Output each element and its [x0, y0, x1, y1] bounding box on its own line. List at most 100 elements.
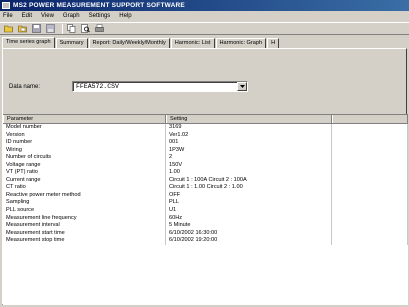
empty-cell: [332, 124, 408, 132]
setting-cell: OFF: [166, 191, 332, 200]
table-row[interactable]: Measurement stop time 6/10/2002 19:20:00: [3, 237, 408, 245]
data-name-value: FFEA572.CSV: [76, 83, 119, 90]
setting-cell: 1P3W: [166, 146, 332, 155]
parameter-cell: Number of circuits: [3, 154, 166, 162]
tab-time-series-graph[interactable]: Time series graph: [2, 37, 55, 48]
parameter-cell: VT (PT) ratio: [3, 169, 166, 177]
save-as-button[interactable]: [45, 24, 56, 34]
copy-button[interactable]: [66, 24, 77, 34]
empty-cell: [332, 161, 408, 170]
table-row[interactable]: Reactive power meter method OFF: [3, 191, 408, 200]
table-header: Parameter Setting: [3, 115, 408, 124]
menu-graph[interactable]: Graph: [63, 13, 80, 19]
open-recent-button[interactable]: [17, 24, 28, 34]
setting-cell: 6/10/2002 16:30:00: [166, 229, 332, 238]
column-header-empty[interactable]: [332, 115, 408, 123]
empty-cell: [332, 131, 408, 140]
menu-file[interactable]: File: [3, 13, 13, 19]
toolbar: [0, 22, 409, 35]
copy-icon: [67, 24, 76, 33]
empty-cell: [332, 169, 408, 177]
tab-harmonic-list[interactable]: Harmonic: List: [170, 38, 215, 48]
table-row[interactable]: Measurement line frequency 60Hz: [3, 214, 408, 223]
parameter-cell: Measurement line frequency: [3, 214, 166, 223]
app-icon: [2, 2, 10, 9]
window-title: MS2 POWER MEASUREMENT SUPPORT SOFTWARE: [13, 2, 185, 9]
dropdown-button[interactable]: [237, 82, 247, 91]
data-name-select[interactable]: FFEA572.CSV: [72, 81, 248, 92]
parameter-cell: Reactive power meter method: [3, 191, 166, 200]
app-window: MS2 POWER MEASUREMENT SUPPORT SOFTWARE F…: [0, 0, 409, 307]
tab-report[interactable]: Report: Daily/Weekly/Monthly: [88, 38, 170, 48]
table-row[interactable]: Sampling PLL: [3, 199, 408, 208]
empty-cell: [332, 207, 408, 215]
table-row[interactable]: Measurement interval 5 Minute: [3, 222, 408, 230]
setting-cell: 5 Minute: [166, 222, 332, 230]
parameter-cell: Measurement stop time: [3, 237, 166, 245]
print-preview-button[interactable]: [80, 24, 91, 34]
menu-help[interactable]: Help: [119, 13, 131, 19]
settings-table: Parameter Setting Model number 3169 Versio…: [3, 114, 408, 305]
parameter-cell: Wiring: [3, 146, 166, 155]
setting-cell: 6/10/2002 19:20:00: [166, 237, 332, 245]
table-row[interactable]: Measurement start time 6/10/2002 16:30:00: [3, 229, 408, 238]
tab-harmonic-graph[interactable]: Harmonic: Graph: [215, 38, 267, 48]
empty-cell: [332, 222, 408, 230]
empty-cell: [332, 139, 408, 147]
setting-cell: 1.00: [166, 169, 332, 177]
print-icon: [95, 24, 104, 32]
print-button[interactable]: [94, 24, 105, 34]
empty-cell: [332, 199, 408, 208]
empty-cell: [332, 176, 408, 185]
parameter-cell: Current range: [3, 176, 166, 185]
table-row[interactable]: Model number 3169: [3, 124, 408, 132]
column-header-parameter[interactable]: Parameter: [3, 115, 166, 123]
open-folder-icon: [18, 25, 27, 33]
table-row[interactable]: PLL source U1: [3, 207, 408, 215]
empty-cell: [332, 154, 408, 162]
table-row[interactable]: CT ratio Circuit 1 : 1.00 Circuit 2 : 1.0…: [3, 184, 408, 192]
table-row[interactable]: ID number 001: [3, 139, 408, 147]
parameter-cell: Measurement interval: [3, 222, 166, 230]
empty-cell: [332, 237, 408, 245]
save-button[interactable]: [31, 24, 42, 34]
empty-cell: [332, 191, 408, 200]
setting-cell: Circuit 1 : 1.00 Circuit 2 : 1.00: [166, 184, 332, 192]
parameter-cell: Measurement start time: [3, 229, 166, 238]
table-row[interactable]: Number of circuits 2: [3, 154, 408, 162]
chevron-down-icon: [239, 84, 245, 88]
menu-bar: File Edit View Graph Settings Help: [0, 11, 409, 21]
setting-cell: Ver1.02: [166, 131, 332, 140]
setting-cell: 001: [166, 139, 332, 147]
open-button[interactable]: [3, 24, 14, 34]
parameter-cell: Voltage range: [3, 161, 166, 170]
parameter-cell: Model number: [3, 124, 166, 132]
tab-summary[interactable]: Summary: [55, 38, 88, 48]
title-bar[interactable]: MS2 POWER MEASUREMENT SUPPORT SOFTWARE: [0, 0, 409, 11]
table-row[interactable]: Current range Circuit 1 : 100A Circuit 2 …: [3, 176, 408, 185]
tab-h[interactable]: H: [267, 38, 280, 48]
parameter-cell: PLL source: [3, 207, 166, 215]
setting-cell: Circuit 1 : 100A Circuit 2 : 100A: [166, 176, 332, 185]
menu-settings[interactable]: Settings: [89, 13, 111, 19]
menu-view[interactable]: View: [41, 13, 54, 19]
empty-cell: [332, 184, 408, 192]
setting-cell: 60Hz: [166, 214, 332, 223]
setting-cell: U1: [166, 207, 332, 215]
table-row[interactable]: VT (PT) ratio 1.00: [3, 169, 408, 177]
data-name-label: Data name:: [9, 83, 41, 90]
save-icon: [32, 24, 41, 33]
setting-cell: PLL: [166, 199, 332, 208]
table-row[interactable]: Wiring 1P3W: [3, 146, 408, 155]
column-header-setting[interactable]: Setting: [166, 115, 332, 123]
print-preview-icon: [81, 24, 90, 33]
empty-cell: [332, 229, 408, 238]
table-row[interactable]: Voltage range 150V: [3, 161, 408, 170]
toolbar-separator: [62, 23, 63, 34]
menu-edit[interactable]: Edit: [22, 13, 32, 19]
tab-panel: Data name: FFEA572.CSV Parameter Setting…: [2, 48, 408, 305]
open-folder-icon: [4, 25, 13, 33]
table-row[interactable]: Version Ver1.02: [3, 131, 408, 140]
table-body: Model number 3169 Version Ver1.02 ID number 0…: [3, 124, 408, 245]
setting-cell: 2: [166, 154, 332, 162]
